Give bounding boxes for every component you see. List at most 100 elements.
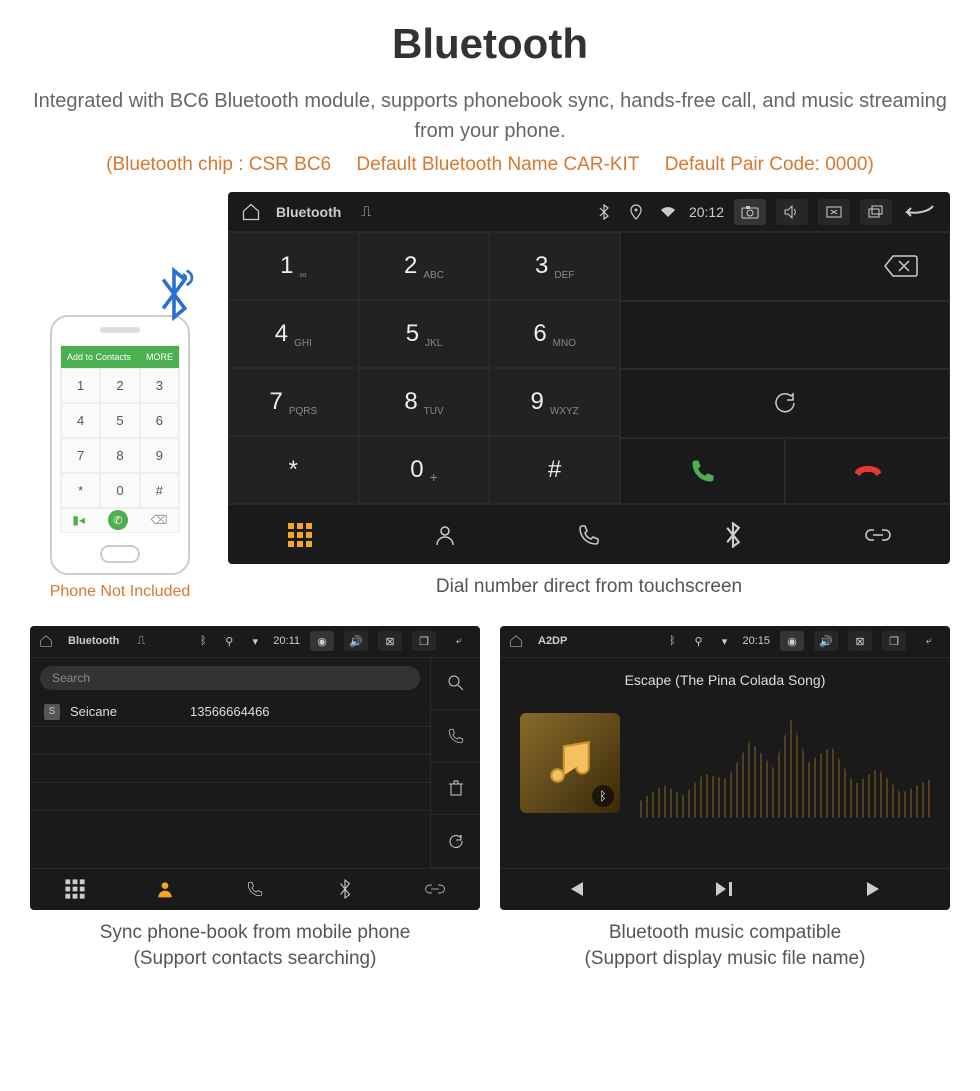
contacts-caption: Sync phone-book from mobile phone (Suppo… — [30, 920, 480, 973]
key-6[interactable]: 6MNO — [489, 300, 620, 368]
bluetooth-icon — [152, 267, 196, 321]
usb-icon: ⎍ — [355, 201, 377, 223]
music-unit: A2DP ᛒ ⚲ ▾ 20:15 ◉ 🔊 ⊠ ❐ ⤶ Esc — [500, 626, 950, 910]
wifi-icon — [657, 201, 679, 223]
backspace-button[interactable] — [620, 232, 950, 301]
clock-text: 20:12 — [689, 204, 724, 220]
spec-name: Default Bluetooth Name CAR-KIT — [356, 154, 639, 175]
nav-bluetooth[interactable] — [300, 869, 390, 910]
back-icon[interactable]: ⤶ — [446, 633, 472, 649]
dialer-bottom-nav — [228, 504, 950, 564]
home-icon[interactable] — [38, 633, 54, 649]
spec-chip: (Bluetooth chip : CSR BC6 — [106, 154, 331, 175]
home-icon[interactable] — [508, 633, 524, 649]
nav-bluetooth[interactable] — [661, 505, 805, 564]
key-0[interactable]: 0+ — [359, 436, 490, 504]
dialer-unit: Bluetooth ⎍ 20:12 — [228, 192, 950, 564]
key-5[interactable]: 5JKL — [359, 300, 490, 368]
phone-keypad: 123 456 789 *0# — [61, 368, 179, 508]
search-input[interactable]: Search — [40, 666, 420, 690]
camera-icon[interactable]: ◉ — [780, 631, 804, 651]
bluetooth-badge-icon: ᛒ — [592, 785, 614, 807]
phone-header-left: Add to Contacts — [67, 352, 131, 362]
phone-label: Phone Not Included — [30, 583, 210, 601]
call-action-icon[interactable] — [431, 710, 480, 763]
key-8[interactable]: 8TUV — [359, 368, 490, 436]
album-art: ᛒ — [520, 713, 620, 813]
contacts-side-actions — [430, 658, 480, 868]
statusbar-title: Bluetooth — [68, 635, 119, 647]
contacts-bottom-nav — [30, 868, 480, 910]
search-action-icon[interactable] — [431, 658, 480, 711]
bluetooth-status-icon: ᛒ — [195, 633, 211, 649]
back-icon[interactable] — [902, 201, 938, 223]
recent-apps-icon[interactable]: ❐ — [882, 631, 906, 651]
play-pause-button[interactable] — [650, 869, 800, 910]
visualizer — [640, 708, 930, 818]
key-3[interactable]: 3DEF — [489, 232, 620, 300]
volume-icon[interactable] — [776, 199, 808, 225]
music-caption: Bluetooth music compatible (Support disp… — [500, 920, 950, 973]
next-button[interactable] — [800, 869, 950, 910]
contact-name: Seicane — [70, 704, 180, 719]
nav-contacts[interactable] — [120, 869, 210, 910]
prev-button[interactable] — [500, 869, 650, 910]
home-icon[interactable] — [240, 201, 262, 223]
clock-text: 20:11 — [273, 635, 300, 647]
nav-keypad[interactable] — [30, 869, 120, 910]
key-hash[interactable]: # — [489, 436, 620, 504]
statusbar-title: A2DP — [538, 635, 567, 647]
refresh-action-icon[interactable] — [431, 815, 480, 868]
hangup-button[interactable] — [785, 438, 950, 505]
close-app-icon[interactable]: ⊠ — [378, 631, 402, 651]
key-star[interactable]: * — [228, 436, 359, 504]
nav-link[interactable] — [806, 505, 950, 564]
key-1[interactable]: 1∞ — [228, 232, 359, 300]
refresh-button[interactable] — [620, 369, 950, 438]
nav-recent[interactable] — [517, 505, 661, 564]
bluetooth-status-icon — [593, 201, 615, 223]
key-9[interactable]: 9WXYZ — [489, 368, 620, 436]
page-description: Integrated with BC6 Bluetooth module, su… — [30, 86, 950, 146]
close-app-icon[interactable]: ⊠ — [848, 631, 872, 651]
location-icon: ⚲ — [690, 633, 706, 649]
back-icon[interactable]: ⤶ — [916, 633, 942, 649]
bluetooth-status-icon: ᛒ — [664, 633, 680, 649]
volume-icon[interactable]: 🔊 — [814, 631, 838, 651]
clock-text: 20:15 — [742, 635, 770, 647]
page-title: Bluetooth — [30, 20, 950, 68]
location-icon: ⚲ — [221, 633, 237, 649]
video-icon: ▮◂ — [72, 513, 85, 527]
delete-action-icon[interactable] — [431, 763, 480, 816]
contact-row[interactable]: S Seicane 13566664466 — [30, 698, 430, 727]
spec-code: Default Pair Code: 0000) — [665, 154, 874, 175]
spec-line: (Bluetooth chip : CSR BC6 Default Blueto… — [30, 154, 950, 176]
nav-recent[interactable] — [210, 869, 300, 910]
camera-icon[interactable] — [734, 199, 766, 225]
dialer-caption: Dial number direct from touchscreen — [228, 574, 950, 601]
dialer-statusbar: Bluetooth ⎍ 20:12 — [228, 192, 950, 232]
nav-contacts[interactable] — [372, 505, 516, 564]
contacts-unit: Bluetooth ⎍ ᛒ ⚲ ▾ 20:11 ◉ 🔊 ⊠ ❐ ⤶ — [30, 626, 480, 910]
camera-icon[interactable]: ◉ — [310, 631, 334, 651]
statusbar-title: Bluetooth — [276, 204, 341, 220]
music-controls — [500, 868, 950, 910]
key-7[interactable]: 7PQRS — [228, 368, 359, 436]
close-app-icon[interactable] — [818, 199, 850, 225]
recent-apps-icon[interactable]: ❐ — [412, 631, 436, 651]
track-title: Escape (The Pina Colada Song) — [500, 672, 950, 688]
nav-link[interactable] — [390, 869, 480, 910]
location-icon — [625, 201, 647, 223]
usb-icon: ⎍ — [133, 633, 149, 649]
key-4[interactable]: 4GHI — [228, 300, 359, 368]
volume-icon[interactable]: 🔊 — [344, 631, 368, 651]
recent-apps-icon[interactable] — [860, 199, 892, 225]
nav-keypad[interactable] — [228, 505, 372, 564]
key-2[interactable]: 2ABC — [359, 232, 490, 300]
call-button[interactable] — [620, 438, 785, 505]
wifi-icon: ▾ — [247, 633, 263, 649]
phone-column: Add to Contacts MORE 123 456 789 *0# ▮◂ … — [30, 315, 210, 601]
contact-badge: S — [44, 704, 60, 720]
contact-number: 13566664466 — [190, 704, 270, 719]
phone-mockup: Add to Contacts MORE 123 456 789 *0# ▮◂ … — [50, 315, 190, 575]
